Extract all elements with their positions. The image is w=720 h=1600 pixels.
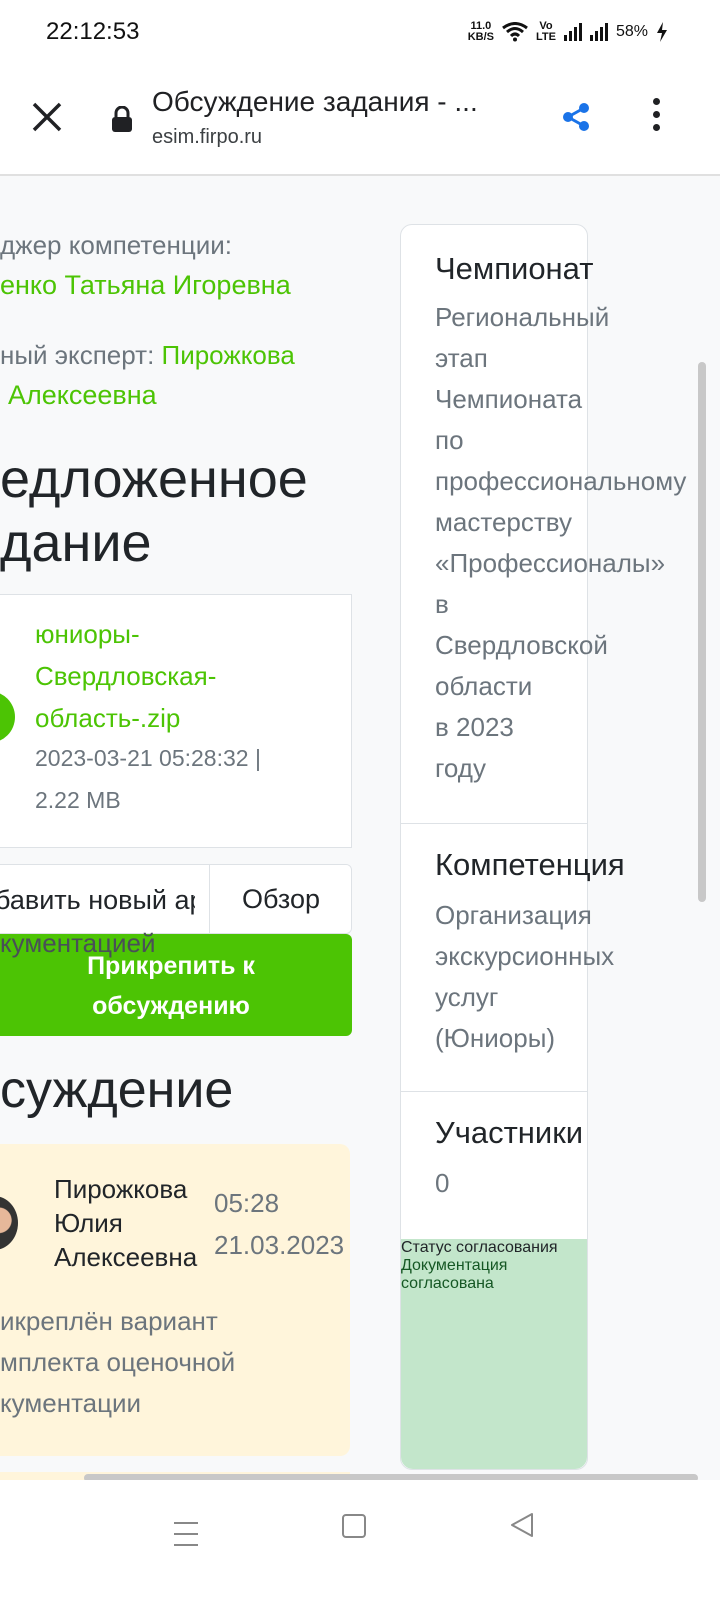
file-input-overflow-text: кументацией	[0, 928, 156, 958]
competence-label: Компетенция	[435, 847, 625, 882]
championship-label: Чемпионат	[435, 251, 594, 286]
competence-value: Организация экскурсионных услуг (Юниоры)	[435, 900, 615, 1053]
proposed-heading-2: дание	[0, 513, 152, 573]
discussion-column: джер компетенции: енко Татьяна Игоревна …	[0, 176, 356, 1480]
network-speed: 11.0 KB/S	[467, 20, 494, 43]
more-options-icon[interactable]	[652, 98, 662, 138]
charging-icon	[657, 22, 667, 42]
page-title: Обсуждение задания - ...	[152, 86, 478, 117]
file-size: 2.22 MB	[35, 787, 121, 813]
clock: 22:12:53	[46, 18, 140, 45]
message-text-2: мплекта оценочной	[0, 1347, 236, 1377]
battery-level: 58%	[615, 23, 648, 40]
approval-status-value: Документация	[401, 1257, 508, 1274]
signal-icon-2	[589, 23, 608, 41]
message-card: Пирожкова Юлия Алексеевна 05:28 21.03.20…	[0, 1144, 350, 1456]
browser-toolbar: Обсуждение задания - ... esim.firpo.ru	[0, 64, 720, 176]
file-link-3[interactable]: область-.zip	[35, 703, 180, 734]
message-text-3: кументации	[0, 1388, 142, 1418]
message-author-2: Юлия	[54, 1208, 123, 1238]
expert-name-link[interactable]: Пирожкова	[162, 340, 295, 370]
message-author: Пирожкова	[54, 1174, 188, 1204]
volte-icon: Vo LTE	[536, 20, 556, 43]
proposed-heading: едложенное	[0, 449, 308, 509]
championship-value: Региональный этап Чемпионата по професси…	[435, 302, 687, 783]
back-icon[interactable]	[510, 1512, 534, 1538]
message-text: икреплён вариант	[0, 1306, 218, 1336]
info-card: Чемпионат Региональный этап Чемпионата п…	[400, 224, 686, 1470]
message-date: 21.03.2023	[214, 1230, 345, 1260]
page-url[interactable]: esim.firpo.ru	[152, 126, 262, 149]
divider	[401, 1091, 587, 1092]
status-bar: 22:12:53 11.0 KB/S Vo LTE 58%	[0, 0, 720, 64]
expert-name-link-2[interactable]: Алексеевна	[8, 380, 157, 411]
approval-status-value-2: согласована	[401, 1275, 494, 1292]
share-icon[interactable]	[562, 102, 590, 132]
manager-name-link[interactable]: енко Татьяна Игоревна	[0, 270, 291, 301]
message-time: 05:28	[214, 1188, 280, 1218]
approval-status-label-2: согласования	[456, 1239, 558, 1256]
divider	[401, 823, 587, 824]
page-content: джер компетенции: енко Татьяна Игоревна …	[0, 176, 720, 1480]
discussion-heading: суждение	[0, 1061, 234, 1119]
recent-apps-icon[interactable]	[174, 1522, 198, 1555]
browse-button[interactable]: Обзор	[209, 865, 351, 933]
file-input-text[interactable]: бавить новый архив	[0, 885, 195, 916]
expert-line: ный эксперт: Пирожкова	[0, 340, 295, 371]
lock-icon	[112, 106, 132, 132]
home-icon[interactable]	[342, 1514, 366, 1538]
expert-label: ный эксперт:	[0, 340, 162, 370]
file-upload-input[interactable]: бавить новый архив Обзор	[0, 864, 352, 934]
file-icon	[0, 691, 15, 743]
status-icons: 11.0 KB/S Vo LTE 58%	[468, 18, 668, 46]
approval-status-label: Статус	[401, 1239, 452, 1256]
file-card: юниоры- Свердловская- область-.zip 2023-…	[0, 594, 352, 848]
signal-icon	[563, 23, 582, 41]
participants-label: Участники	[435, 1115, 584, 1150]
file-link-2[interactable]: Свердловская-	[35, 661, 216, 692]
close-icon[interactable]	[30, 100, 64, 134]
system-navigation-bar	[0, 1480, 720, 1600]
avatar	[0, 1196, 18, 1250]
manager-label: джер компетенции:	[0, 230, 232, 260]
wifi-icon	[502, 22, 528, 42]
approval-status-section: Статус согласования Документация согласо…	[401, 1239, 587, 1469]
participants-count: 0	[435, 1168, 450, 1198]
file-meta: 2023-03-21 05:28:32 |	[35, 745, 261, 771]
file-link[interactable]: юниоры-	[35, 619, 140, 650]
vertical-scrollbar[interactable]	[698, 362, 706, 902]
message-author-3: Алексеевна	[54, 1242, 198, 1272]
